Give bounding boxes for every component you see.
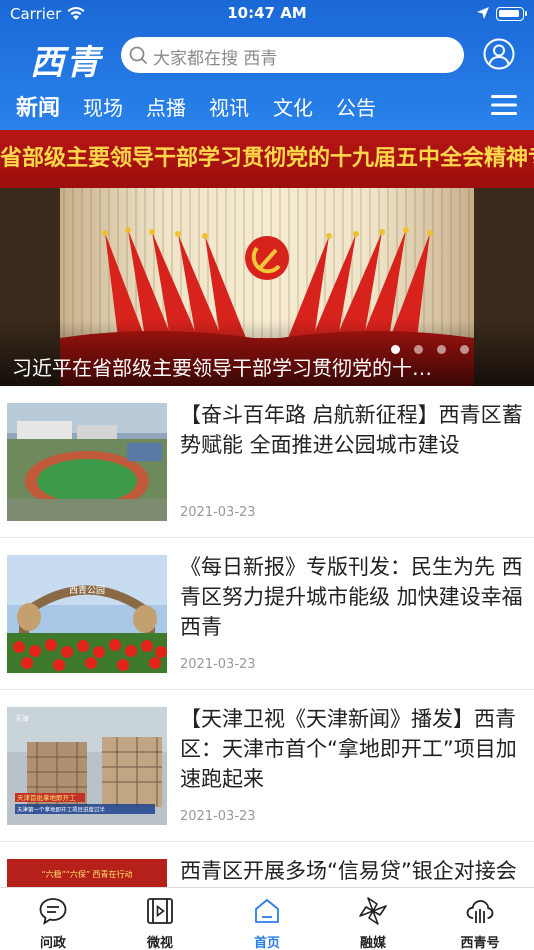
news-item[interactable]: 【奋斗百年路 启航新征程】西青区蓄势赋能 全面推进公园城市建设 2021-03-… (0, 386, 534, 538)
home-icon (255, 899, 279, 923)
news-title: 《每日新报》专版刊发：民生为先 西青区努力提升城市能级 加快建设幸福西青 (180, 555, 523, 639)
tabbar-item-media[interactable]: 融媒 (333, 888, 413, 950)
video-icon (147, 898, 173, 924)
news-title: 西青区开展多场“信易贷”银企对接会 (180, 859, 517, 883)
search-placeholder: 大家都在搜 西青 (153, 49, 278, 69)
tv-headline-text: 天津首批拿地即开工 (17, 793, 76, 802)
tv-subline-text: 天津第一个拿地即开工项目进度过半 (17, 806, 106, 814)
banner-caption[interactable]: 习近平在省部级主要领导干部学习贯彻党的十… (12, 352, 522, 381)
banner-slogan: 省部级主要领导干部学习贯彻党的十九届五中全会精神专题研讨班 (0, 146, 534, 171)
tab-culture[interactable]: 文化 (273, 92, 313, 121)
tab-live-scene[interactable]: 现场 (83, 92, 123, 121)
news-date: 2021-03-23 (180, 505, 256, 520)
news-thumbnail-stadium (7, 403, 167, 521)
bottom-tab-bar: 问政 微视 首页 融媒 西青号 (0, 887, 534, 950)
tabbar-label: 西青号 (460, 936, 500, 950)
user-profile-icon[interactable] (483, 38, 515, 70)
tabbar-item-home[interactable]: 首页 (227, 888, 307, 950)
news-title: 【奋斗百年路 启航新征程】西青区蓄势赋能 全面推进公园城市建设 (180, 403, 523, 457)
tv-logo-text: 天津 (15, 715, 29, 723)
tab-video-news[interactable]: 视讯 (209, 92, 249, 121)
news-thumbnail-construction: 天津 天津首批拿地即开工 天津第一个拿地即开工项目进度过半 (7, 707, 167, 825)
tabbar-item-microvideo[interactable]: 微视 (120, 888, 200, 950)
category-tabs: 新闻 现场 点播 视讯 文化 公告 (0, 88, 534, 124)
headline-carousel[interactable]: 省部级主要领导干部学习贯彻党的十九届五中全会精神专题研讨班 (0, 130, 534, 386)
search-icon (129, 46, 147, 64)
tabbar-label: 首页 (253, 936, 280, 950)
battery-icon (496, 7, 527, 21)
banner4-text: “六稳”“六保” 西青在行动 (41, 869, 132, 879)
status-bar: Carrier 10:47 AM (0, 0, 534, 28)
news-title: 【天津卫视《天津新闻》播发】西青区：天津市首个“拿地即开工”项目加速跑起来 (180, 707, 517, 791)
banner-slogan-strip: 省部级主要领导干部学习贯彻党的十九届五中全会精神专题研讨班 (0, 130, 534, 188)
news-thumbnail-park-gate: 西青公园 (7, 555, 167, 673)
tabbar-item-inquiry[interactable]: 问政 (13, 888, 93, 950)
park-gate-text: 西青公园 (69, 584, 105, 596)
clock: 10:47 AM (227, 4, 307, 22)
tabbar-item-xiqing-account[interactable]: 西青号 (440, 888, 520, 950)
location-arrow-icon (477, 7, 489, 19)
app-header: Carrier 10:47 AM 西青 大家都在搜 西青 新闻 现场 点播 视讯… (0, 0, 534, 130)
news-item[interactable]: 天津 天津首批拿地即开工 天津第一个拿地即开工项目进度过半 【天津卫视《天津新闻… (0, 690, 534, 842)
tabbar-label: 问政 (39, 936, 66, 950)
tab-on-demand[interactable]: 点播 (146, 92, 186, 121)
tabbar-label: 融媒 (359, 936, 386, 950)
menu-icon[interactable] (491, 94, 517, 116)
chat-icon (39, 898, 67, 925)
news-date: 2021-03-23 (180, 809, 256, 824)
news-date: 2021-03-23 (180, 657, 256, 672)
app-logo[interactable]: 西青 (30, 35, 102, 84)
pinwheel-icon (359, 897, 387, 925)
tab-announcements[interactable]: 公告 (336, 92, 376, 121)
search-bar[interactable]: 大家都在搜 西青 (121, 37, 464, 73)
cloud-icon (466, 900, 494, 923)
tab-news[interactable]: 新闻 (16, 90, 60, 122)
news-item[interactable]: 西青公园 《每日新报》专版刊发：民生为先 西青区努力提升城市能级 加快建设幸福西… (0, 538, 534, 690)
tabbar-label: 微视 (146, 936, 173, 950)
